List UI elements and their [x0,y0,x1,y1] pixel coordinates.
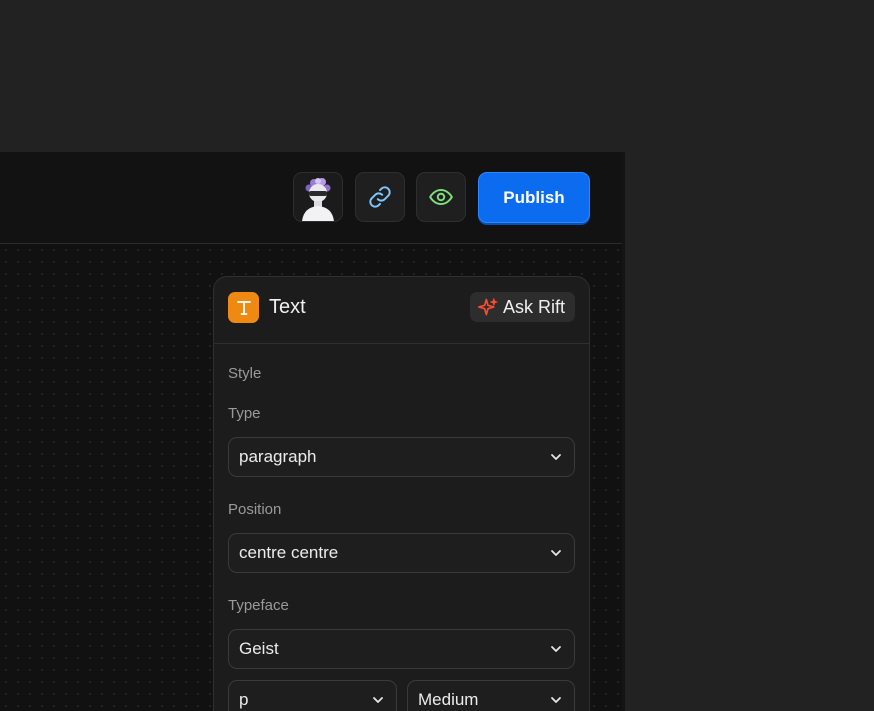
chevron-down-icon [548,449,564,465]
weight-select[interactable]: Medium [407,680,575,711]
editor-window: Publish Text Ask Rift Style Type paragra… [0,152,625,711]
type-select[interactable]: paragraph [228,437,575,477]
text-properties-panel: Text Ask Rift Style Type paragraph Posit… [213,276,590,711]
panel-header: Text Ask Rift [214,277,589,344]
panel-title: Text [269,296,306,318]
typeface-select[interactable]: Geist [228,629,575,669]
publish-button[interactable]: Publish [478,172,590,223]
avatar-image [294,173,342,221]
typeface-label: Typeface [228,597,289,614]
ask-rift-button[interactable]: Ask Rift [469,292,575,322]
position-select[interactable]: centre centre [228,533,575,573]
type-select-value: paragraph [239,447,317,466]
chevron-down-icon [548,692,564,708]
chevron-down-icon [548,545,564,561]
top-toolbar: Publish [0,152,622,244]
position-select-value: centre centre [239,543,339,562]
chevron-down-icon [370,692,386,708]
style-section-label: Style [228,365,262,382]
link-icon [369,186,391,208]
preview-button[interactable] [416,172,466,222]
copy-link-button[interactable] [355,172,405,222]
size-select-value: p [239,690,249,709]
ask-rift-label: Ask Rift [502,296,565,317]
weight-select-value: Medium [418,690,479,709]
text-T-icon [236,300,251,315]
sparkle-icon [477,298,498,316]
chevron-down-icon [548,641,564,657]
text-type-icon [228,292,259,323]
typeface-select-value: Geist [239,639,279,658]
type-label: Type [228,405,261,422]
avatar[interactable] [293,172,343,222]
position-label: Position [228,501,282,518]
size-select[interactable]: p [228,680,397,711]
eye-icon [429,188,453,206]
